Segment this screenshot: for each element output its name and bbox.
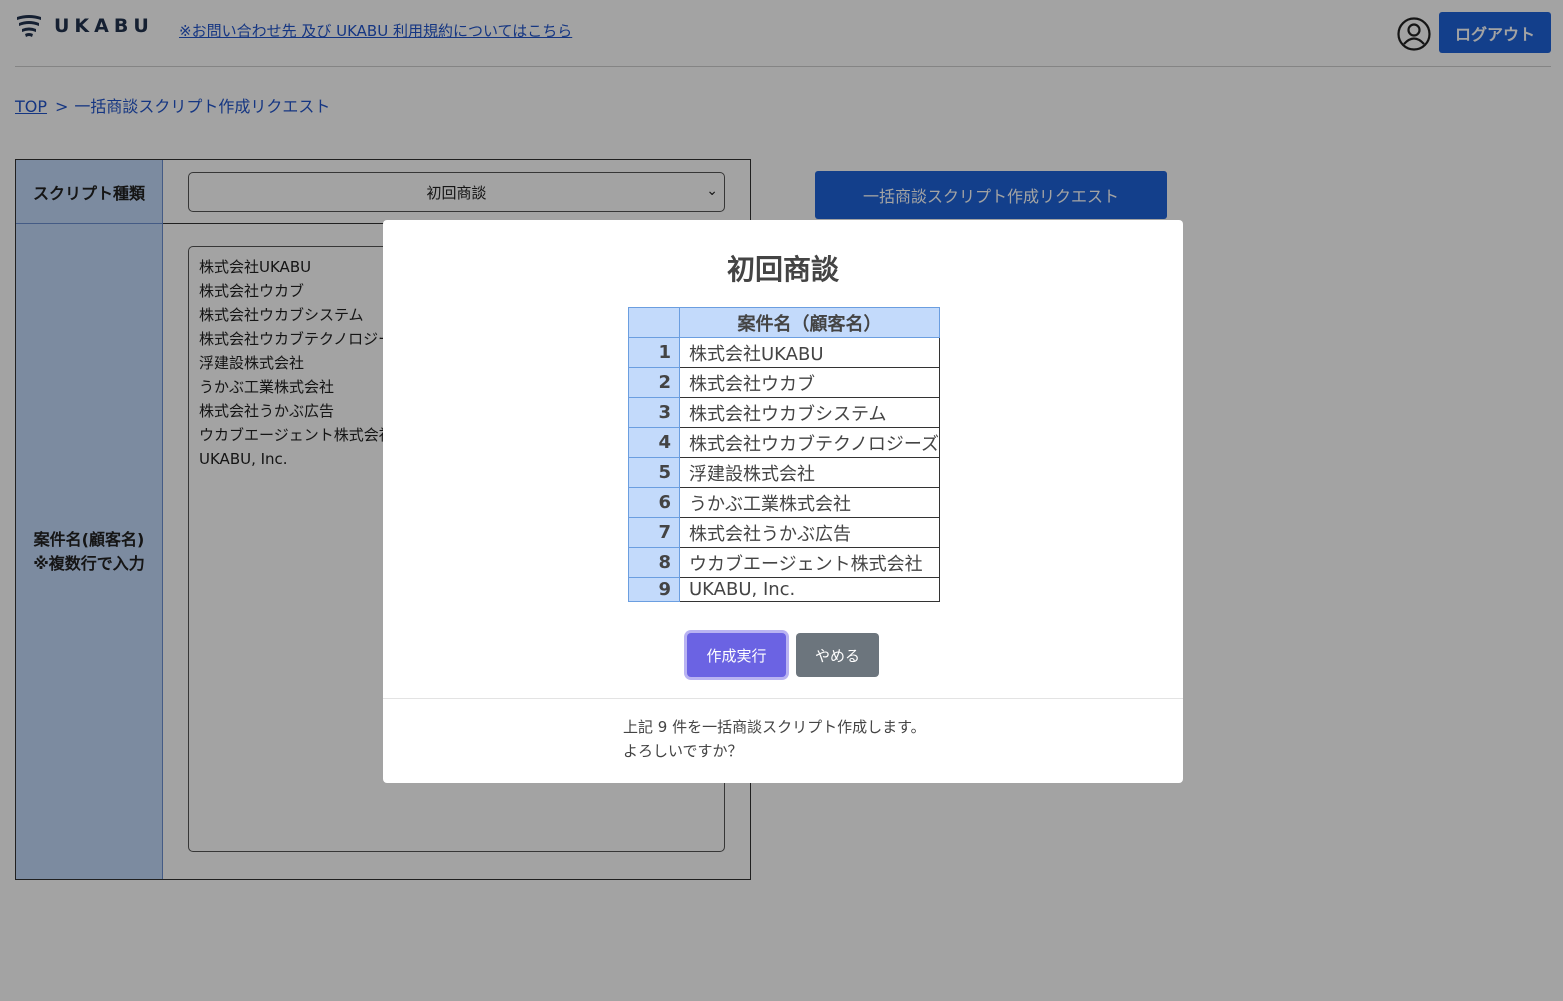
modal-message: 上記 9 件を一括商談スクリプト作成します。 よろしいですか？ [623, 715, 926, 763]
table-row: 7 株式会社うかぶ広告 [628, 517, 941, 548]
row-number: 1 [628, 337, 680, 368]
row-number: 4 [628, 427, 680, 458]
row-name: ウカブエージェント株式会社 [678, 547, 941, 578]
row-name: 株式会社UKABU [678, 337, 941, 368]
table-row: 1 株式会社UKABU [628, 337, 941, 368]
row-name: うかぶ工業株式会社 [678, 487, 941, 518]
table-header-row: 案件名（顧客名） [628, 307, 941, 338]
cancel-button[interactable]: やめる [796, 633, 879, 677]
modal-title: 初回商談 [726, 253, 839, 286]
row-number: 8 [628, 547, 680, 578]
row-name: 株式会社ウカブテクノロジーズ [678, 427, 941, 458]
row-number: 3 [628, 397, 680, 428]
row-number: 5 [628, 457, 680, 488]
table-header-num [628, 307, 680, 338]
row-name: 株式会社うかぶ広告 [678, 517, 941, 548]
row-number: 9 [628, 577, 680, 602]
confirm-table: 案件名（顧客名） 1 株式会社UKABU 2 株式会社ウカブ 3 株式会社ウカブシステ… [628, 307, 941, 602]
table-row: 2 株式会社ウカブ [628, 367, 941, 398]
row-number: 6 [628, 487, 680, 518]
row-number: 7 [628, 517, 680, 548]
confirm-modal: 初回商談 案件名（顧客名） 1 株式会社UKABU 2 株式会社ウカブ 3 株式会社ウ… [383, 220, 1183, 783]
table-row: 4 株式会社ウカブテクノロジーズ [628, 427, 941, 458]
row-name: 株式会社ウカブ [678, 367, 941, 398]
modal-message-line1: 上記 9 件を一括商談スクリプト作成します。 [623, 718, 926, 736]
row-name: UKABU, Inc. [678, 577, 941, 602]
execute-button[interactable]: 作成実行 [687, 633, 786, 677]
row-number: 2 [628, 367, 680, 398]
table-row: 5 浮建設株式会社 [628, 457, 941, 488]
row-name: 浮建設株式会社 [678, 457, 941, 488]
table-row: 9 UKABU, Inc. [628, 577, 941, 602]
table-row: 8 ウカブエージェント株式会社 [628, 547, 941, 578]
table-row: 3 株式会社ウカブシステム [628, 397, 941, 428]
row-name: 株式会社ウカブシステム [678, 397, 941, 428]
table-row: 6 うかぶ工業株式会社 [628, 487, 941, 518]
table-header-name: 案件名（顧客名） [678, 307, 941, 338]
modal-divider [383, 698, 1183, 699]
modal-message-line2: よろしいですか？ [623, 742, 743, 760]
